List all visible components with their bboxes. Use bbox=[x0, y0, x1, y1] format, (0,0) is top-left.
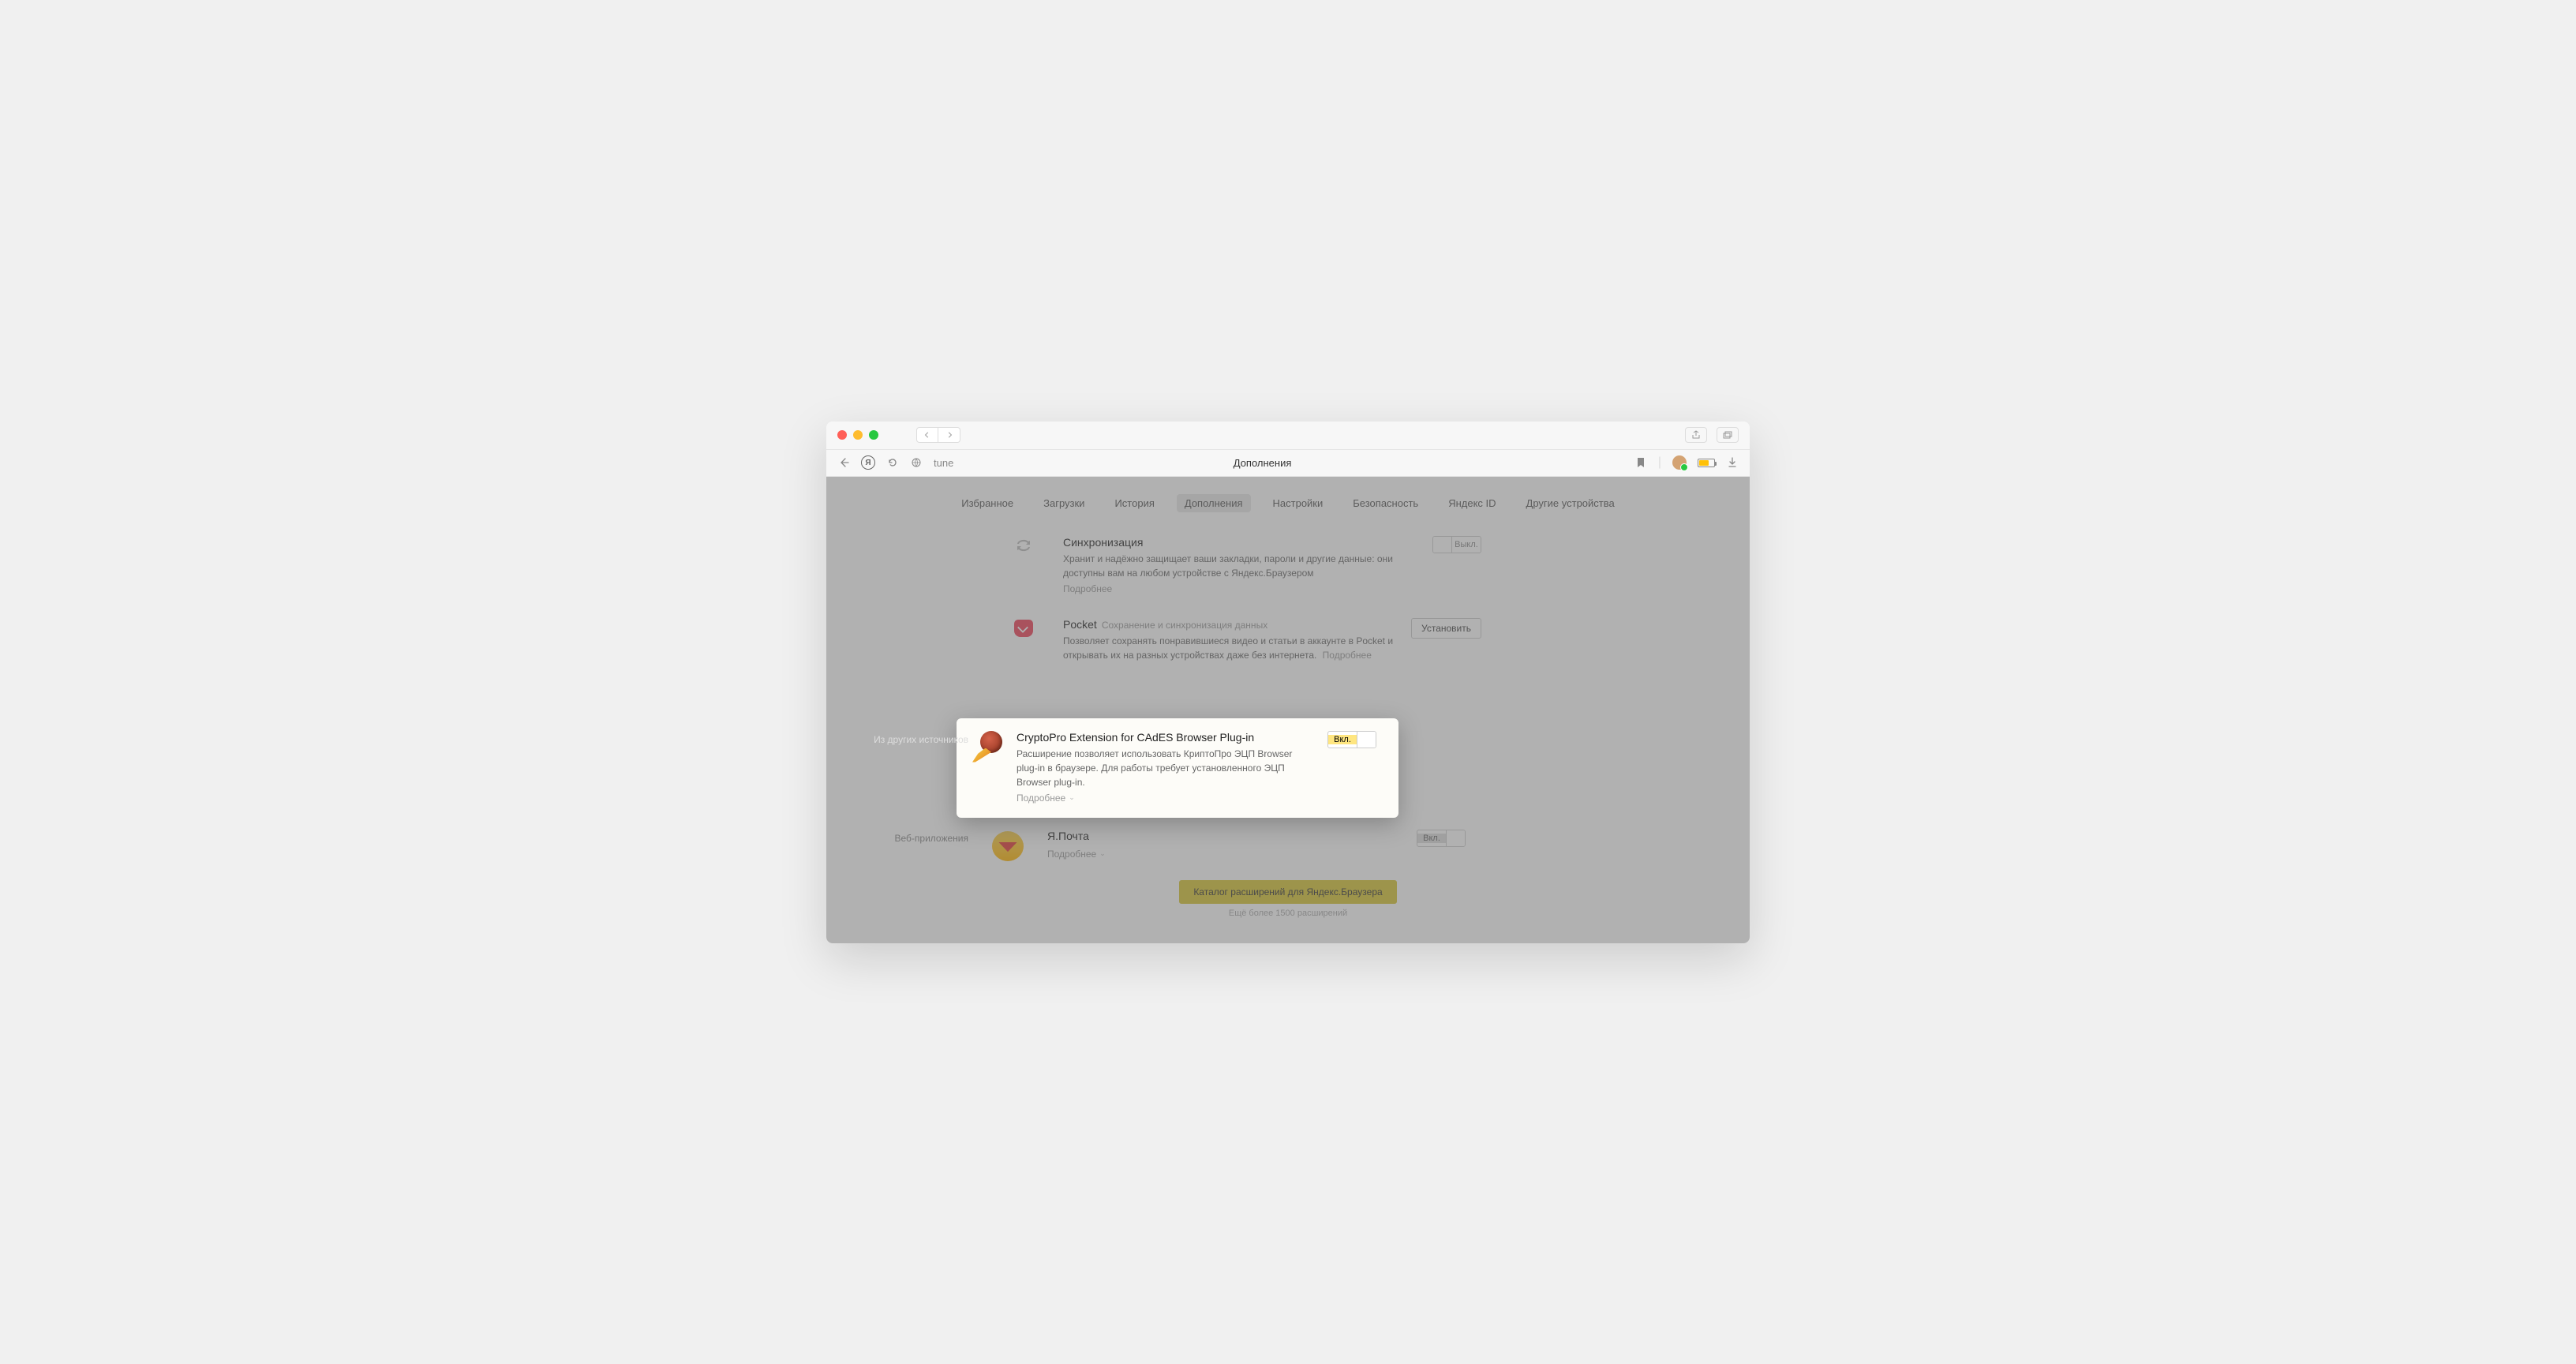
tabs-icon bbox=[1723, 431, 1732, 439]
tab-addons[interactable]: Дополнения bbox=[1177, 494, 1251, 512]
extension-row-pocket: Pocket Сохранение и синхронизация данных… bbox=[826, 607, 1750, 673]
share-button[interactable] bbox=[1685, 427, 1707, 443]
tab-favorites[interactable]: Избранное bbox=[953, 494, 1021, 512]
yamail-icon bbox=[992, 831, 1024, 861]
pocket-title: Pocket bbox=[1063, 618, 1097, 631]
chevron-down-icon: ⌄ bbox=[1069, 793, 1075, 802]
share-icon bbox=[1691, 430, 1701, 440]
tab-settings[interactable]: Настройки bbox=[1265, 494, 1331, 512]
pocket-more-link[interactable]: Подробнее bbox=[1323, 650, 1372, 661]
catalog-subtitle: Ещё более 1500 расширений bbox=[826, 909, 1750, 918]
crypto-icon bbox=[972, 731, 1004, 763]
downloads-button[interactable] bbox=[1726, 456, 1739, 469]
reload-icon bbox=[887, 457, 898, 468]
pocket-install-button[interactable]: Установить bbox=[1411, 618, 1481, 639]
sync-desc: Хранит и надёжно защищает ваши закладки,… bbox=[1063, 552, 1395, 580]
battery-icon bbox=[1698, 459, 1715, 467]
section-webapps-label: Веб-приложения bbox=[842, 830, 968, 844]
sync-toggle[interactable]: Выкл. bbox=[1432, 536, 1481, 553]
window-close-button[interactable] bbox=[837, 430, 847, 440]
tab-other-devices[interactable]: Другие устройства bbox=[1518, 494, 1623, 512]
nav-back-arrow[interactable] bbox=[837, 456, 850, 469]
tabs-button[interactable] bbox=[1717, 427, 1739, 443]
window-minimize-button[interactable] bbox=[853, 430, 863, 440]
pocket-icon bbox=[1014, 620, 1033, 637]
nav-back-button[interactable] bbox=[916, 427, 938, 443]
crypto-desc: Расширение позволяет использовать Крипто… bbox=[1017, 747, 1315, 789]
chevron-left-icon bbox=[924, 432, 930, 438]
extension-row-yamail: Веб-приложения Я.Почта Подробнее ⌄ Вкл. bbox=[826, 819, 1750, 872]
page-title: Дополнения bbox=[901, 457, 1623, 469]
settings-tabs: Избранное Загрузки История Дополнения На… bbox=[826, 477, 1750, 525]
section-other-sources-label-visible: Из других источников bbox=[842, 734, 968, 745]
bookmark-button[interactable] bbox=[1634, 456, 1647, 469]
crypto-more-link[interactable]: Подробнее ⌄ bbox=[1017, 793, 1075, 804]
crypto-title: CryptoPro Extension for CAdES Browser Pl… bbox=[1017, 731, 1254, 744]
bookmark-icon bbox=[1635, 457, 1646, 468]
page-content: Избранное Загрузки История Дополнения На… bbox=[826, 477, 1750, 943]
address-bar: Я tune Дополнения | bbox=[826, 450, 1750, 477]
crypto-toggle[interactable]: Вкл. bbox=[1327, 731, 1376, 748]
nav-button-group bbox=[916, 427, 960, 443]
yandex-logo-icon[interactable]: Я bbox=[861, 455, 875, 470]
browser-window: Я tune Дополнения | Избранное Загрузки И… bbox=[826, 422, 1750, 943]
traffic-lights bbox=[837, 430, 878, 440]
profile-avatar[interactable] bbox=[1672, 455, 1687, 470]
nav-forward-button[interactable] bbox=[938, 427, 960, 443]
sync-title: Синхронизация bbox=[1063, 536, 1143, 549]
extension-row-sync: Синхронизация Хранит и надёжно защищает … bbox=[826, 525, 1750, 607]
yamail-toggle[interactable]: Вкл. bbox=[1417, 830, 1466, 847]
tab-yandex-id[interactable]: Яндекс ID bbox=[1440, 494, 1503, 512]
extension-row-crypto-highlighted: CryptoPro Extension for CAdES Browser Pl… bbox=[957, 718, 1398, 818]
reload-button[interactable] bbox=[886, 456, 899, 469]
arrow-left-icon bbox=[838, 457, 849, 468]
tab-security[interactable]: Безопасность bbox=[1345, 494, 1426, 512]
download-icon bbox=[1727, 457, 1738, 468]
sync-icon bbox=[1014, 538, 1033, 553]
sync-more-link[interactable]: Подробнее bbox=[1063, 583, 1112, 594]
chevron-down-icon: ⌄ bbox=[1099, 849, 1106, 858]
catalog-button[interactable]: Каталог расширений для Яндекс.Браузера bbox=[1179, 880, 1396, 904]
yamail-more-link[interactable]: Подробнее ⌄ bbox=[1047, 849, 1106, 860]
pocket-subtitle: Сохранение и синхронизация данных bbox=[1102, 620, 1267, 631]
chevron-right-icon bbox=[946, 432, 953, 438]
tab-downloads[interactable]: Загрузки bbox=[1035, 494, 1092, 512]
yamail-title: Я.Почта bbox=[1047, 830, 1089, 842]
tab-history[interactable]: История bbox=[1106, 494, 1162, 512]
window-titlebar bbox=[826, 422, 1750, 450]
window-maximize-button[interactable] bbox=[869, 430, 878, 440]
